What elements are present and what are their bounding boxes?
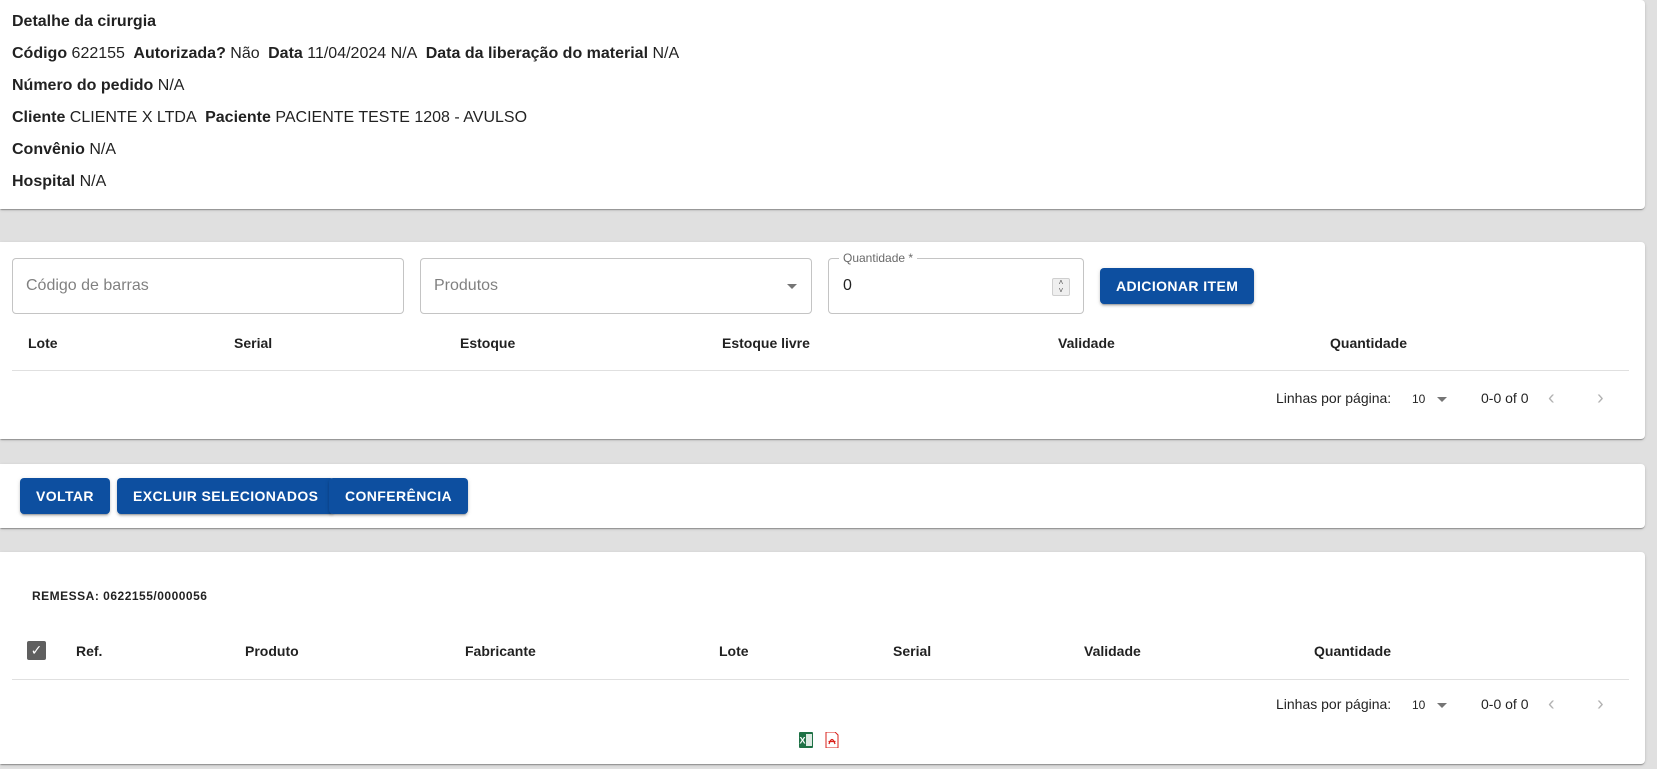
col-estoque: Estoque (460, 335, 516, 351)
rows-per-page-value: 10 (1412, 698, 1426, 712)
chevron-down-icon (1437, 397, 1448, 403)
details-line-pedido: Número do pedido N/A (12, 76, 188, 96)
data-label: Data (268, 45, 303, 62)
produtos-select[interactable]: Produtos (420, 258, 812, 314)
add-item-button[interactable]: ADICIONAR ITEM (1100, 268, 1255, 304)
rows-per-page-label: Linhas por página: (1276, 390, 1392, 406)
next-page-icon[interactable]: › (1597, 388, 1604, 408)
remessa-title: REMESSA: 0622155/0000056 (32, 589, 208, 603)
pagination-range: 0-0 of 0 (1481, 390, 1529, 406)
pedido-value: N/A (157, 77, 185, 94)
cliente-label: Cliente (12, 109, 66, 126)
chevron-down-icon (1437, 703, 1448, 709)
convenio-label: Convênio (12, 141, 85, 158)
details-line-convenio: Convênio N/A (12, 140, 120, 160)
paciente-label: Paciente (205, 109, 271, 126)
details-line-codigo: Código 622155 Autorizada? Não Data 11/04… (12, 44, 683, 64)
codigo-value: 622155 (71, 45, 125, 62)
surgery-details-card: Detalhe da cirurgia Código 622155 Autori… (0, 0, 1645, 209)
hospital-value: N/A (79, 173, 107, 190)
codigo-label: Código (12, 45, 68, 62)
prev-page-icon[interactable]: ‹ (1548, 388, 1555, 408)
barcode-field[interactable] (12, 258, 404, 314)
col-ref: Ref. (76, 643, 103, 659)
liberacao-label: Data da liberação do material (425, 45, 649, 62)
pagination-range: 0-0 of 0 (1481, 696, 1529, 712)
convenio-value: N/A (89, 141, 117, 158)
pdf-export-icon[interactable] (825, 732, 839, 748)
rows-per-page-select[interactable]: 10 (1412, 698, 1448, 712)
svg-text:X: X (799, 736, 805, 746)
autorizada-value: Não (230, 45, 260, 62)
select-all-checkbox[interactable]: ✓ (27, 641, 46, 660)
col-lote: Lote (28, 335, 58, 351)
chevron-down-icon (787, 284, 797, 289)
rows-per-page-label: Linhas por página: (1276, 696, 1392, 712)
col-serial: Serial (234, 335, 273, 351)
excel-export-icon[interactable]: X (799, 732, 813, 748)
produtos-placeholder: Produtos (434, 277, 499, 294)
autorizada-label: Autorizada? (133, 45, 226, 62)
col-validade: Validade (1058, 335, 1115, 351)
col-serial: Serial (893, 643, 932, 659)
conferencia-button[interactable]: CONFERÊNCIA (329, 478, 469, 514)
col-estoque-livre: Estoque livre (722, 335, 810, 351)
col-fabricante: Fabricante (465, 643, 536, 659)
col-quantidade: Quantidade (1314, 643, 1392, 659)
pedido-label: Número do pedido (12, 77, 154, 94)
rows-per-page-select[interactable]: 10 (1412, 392, 1448, 406)
col-lote: Lote (719, 643, 749, 659)
table-header-divider (12, 679, 1629, 680)
paciente-value: PACIENTE TESTE 1208 - AVULSO (275, 109, 528, 126)
next-page-icon[interactable]: › (1597, 694, 1604, 714)
remessa-card: REMESSA: 0622155/0000056 ✓ Ref. Produto … (0, 552, 1645, 764)
actions-card: VOLTAR EXCLUIR SELECIONADOS CONFERÊNCIA (0, 464, 1645, 528)
excluir-selecionados-button[interactable]: EXCLUIR SELECIONADOS (117, 478, 335, 514)
add-item-card: Produtos Quantidade * 0 ˄˅ ADICIONAR ITE… (0, 242, 1645, 439)
quantidade-field[interactable]: Quantidade * 0 ˄ ˅ (828, 251, 1084, 314)
details-title: Detalhe da cirurgia (12, 13, 157, 30)
col-quantidade: Quantidade (1330, 335, 1408, 351)
details-line-hospital: Hospital N/A (12, 172, 110, 192)
table-header-divider (12, 370, 1629, 371)
quantidade-label: Quantidade * (839, 251, 918, 265)
liberacao-value: N/A (652, 45, 680, 62)
data-value: 11/04/2024 N/A (307, 45, 418, 62)
cliente-value: CLIENTE X LTDA (69, 109, 197, 126)
number-spinner-icon[interactable]: ˄ ˅ (1052, 278, 1070, 296)
barcode-input[interactable] (13, 259, 403, 313)
rows-per-page-value: 10 (1412, 392, 1426, 406)
voltar-button[interactable]: VOLTAR (20, 478, 110, 514)
col-validade: Validade (1084, 643, 1141, 659)
prev-page-icon[interactable]: ‹ (1548, 694, 1555, 714)
quantidade-value[interactable]: 0 (843, 277, 852, 295)
col-produto: Produto (245, 643, 299, 659)
hospital-label: Hospital (12, 173, 76, 190)
details-line-cliente: Cliente CLIENTE X LTDA Paciente PACIENTE… (12, 108, 531, 128)
